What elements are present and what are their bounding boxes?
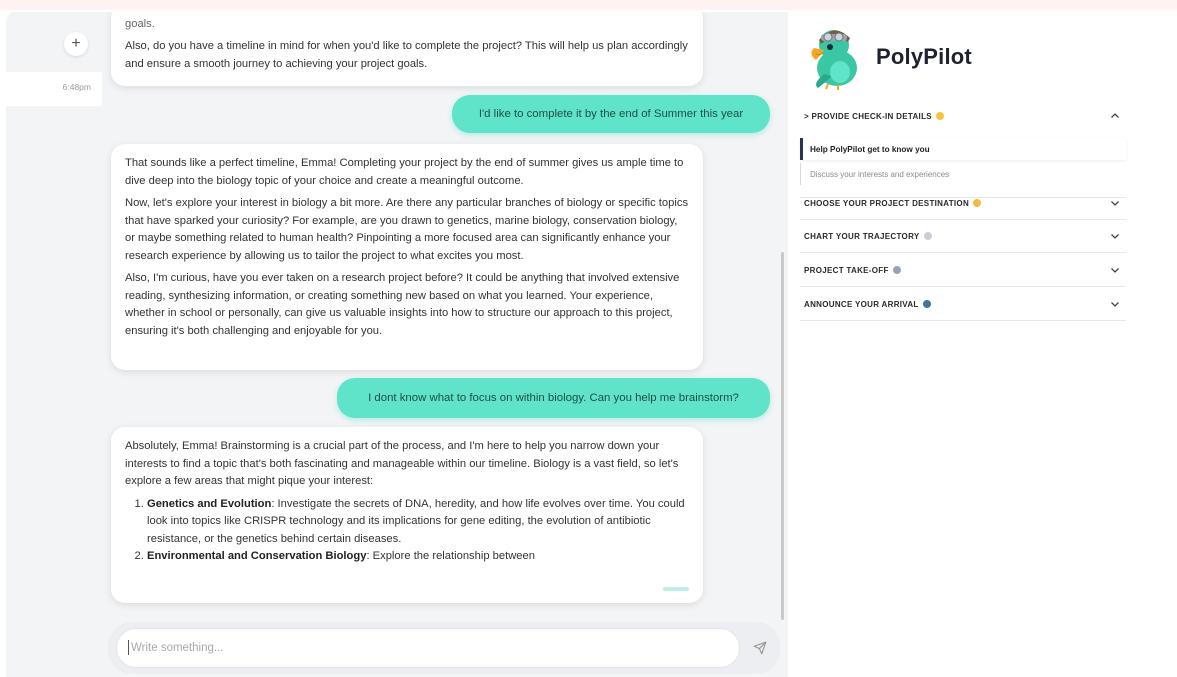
list-item-text: : Explore the relationship between [366,550,535,562]
step-label: Help PolyPilot get to know you [810,144,930,154]
chat-scrollbar[interactable] [781,252,784,620]
section-project-destination: CHOOSE YOUR PROJECT DESTINATION [800,187,1126,220]
send-icon [753,641,767,655]
brand-name: PolyPilot [876,44,972,69]
step-label: Discuss your interests and experiences [810,169,950,179]
assistant-message: Absolutely, Emma! Brainstorming is a cru… [111,427,703,603]
user-message: I'd like to complete it by the end of Su… [452,95,770,133]
section-chart-trajectory: CHART YOUR TRAJECTORY [800,220,1126,253]
chat-area: Understanding what fascinates you about … [6,12,781,677]
section-header[interactable]: CHOOSE YOUR PROJECT DESTINATION [800,187,1126,219]
section-header[interactable]: ANNOUNCE YOUR ARRIVAL [800,288,1126,320]
list-item: Genetics and Evolution: Investigate the … [147,496,689,549]
section-header[interactable]: CHART YOUR TRAJECTORY [800,220,1126,252]
section-check-in: > PROVIDE CHECK-IN DETAILS Help PolyPilo… [800,100,1126,198]
message-paragraph: That sounds like a perfect timeline, Emm… [125,157,684,187]
message-input[interactable] [116,628,740,668]
chevron-down-icon[interactable] [1108,196,1122,210]
user-message: I dont know what to focus on within biol… [337,378,770,418]
section-title: CHOOSE YOUR PROJECT DESTINATION [804,198,970,208]
compass-emoji-icon [923,232,932,241]
section-announce-arrival: ANNOUNCE YOUR ARRIVAL [800,288,1126,321]
list-item-title: Genetics and Evolution [147,497,272,510]
text-caret [128,640,129,655]
list-item-title: Environmental and Conservation Biology [147,550,367,562]
message-paragraph: Absolutely, Emma! Brainstorming is a cru… [125,440,679,487]
list-item: Environmental and Conservation Biology: … [147,548,689,566]
journey-panel: PolyPilot > PROVIDE CHECK-IN DETAILS Hel… [788,12,1177,677]
message-paragraph: Also, do you have a timeline in mind for… [125,40,688,70]
globe-emoji-icon [922,300,931,309]
typing-indicator [663,587,689,591]
sparkle-emoji-icon [935,112,944,121]
chevron-down-icon[interactable] [1108,297,1122,311]
message-paragraph: Understanding what fascinates you about … [125,17,155,30]
section-title: ANNOUNCE YOUR ARRIVAL [804,299,919,309]
section-header[interactable]: > PROVIDE CHECK-IN DETAILS [800,100,1126,132]
section-take-off: PROJECT TAKE-OFF [800,254,1126,287]
message-text: I'd like to complete it by the end of Su… [478,108,744,120]
section-title: PROJECT TAKE-OFF [804,265,889,275]
chevron-up-icon[interactable] [1108,109,1122,123]
message-paragraph: Now, let's explore your interest in biol… [125,197,689,262]
suggestion-list: Genetics and Evolution: Investigate the … [147,496,689,566]
airplane-emoji-icon [892,266,901,275]
section-title: > PROVIDE CHECK-IN DETAILS [804,111,932,121]
app-window: + 6:48pm Understanding what fascinates y… [6,12,1177,677]
sun-emoji-icon [973,199,982,208]
step-item-discuss-interests[interactable]: Discuss your interests and experiences [800,163,1126,185]
section-title: CHART YOUR TRAJECTORY [804,231,920,241]
assistant-message: That sounds like a perfect timeline, Emm… [111,144,703,370]
step-item-get-to-know[interactable]: Help PolyPilot get to know you [800,138,1126,160]
section-header[interactable]: PROJECT TAKE-OFF [800,254,1126,286]
send-button[interactable] [750,638,770,658]
chevron-down-icon[interactable] [1108,229,1122,243]
parrot-pilot-icon [811,30,857,90]
message-text: I dont know what to focus on within biol… [368,392,739,404]
assistant-message: Understanding what fascinates you about … [111,12,703,86]
top-strip [0,0,1177,10]
chevron-down-icon[interactable] [1108,263,1122,277]
message-paragraph: Also, I'm curious, have you ever taken o… [125,272,680,337]
